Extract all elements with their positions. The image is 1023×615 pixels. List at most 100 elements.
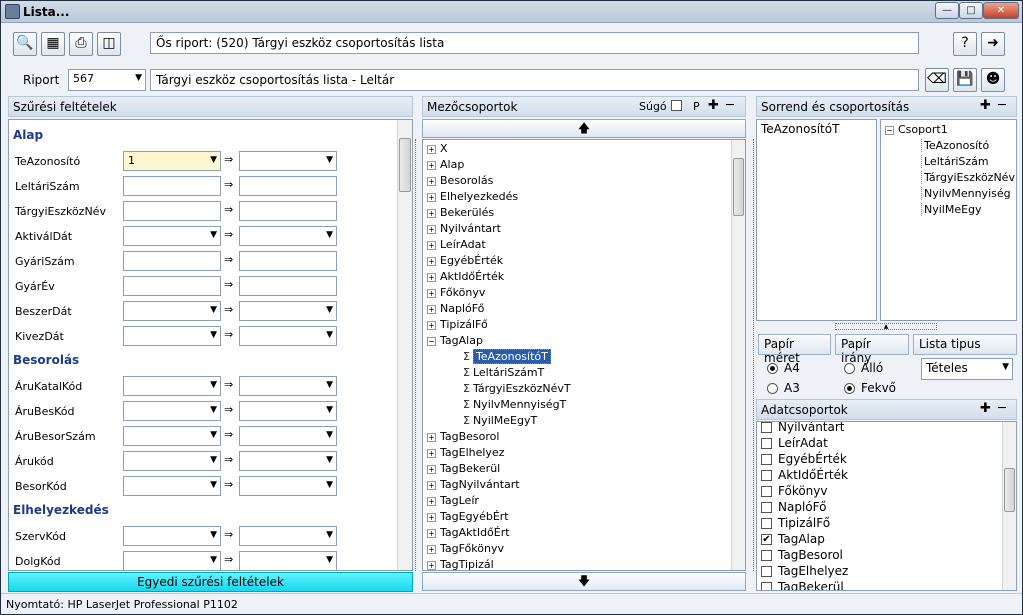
datagroup-item[interactable]: TagElhelyez <box>761 564 848 578</box>
filter-to-input[interactable]: ▼ <box>239 151 337 171</box>
report-name-field[interactable]: Tárgyi eszköz csoportosítás lista - Lelt… <box>150 69 919 91</box>
filter-to-input[interactable]: ▼ <box>239 376 337 396</box>
filter-from-input[interactable]: ▼ <box>123 326 221 346</box>
sorting-minus-icon[interactable]: ─ <box>998 98 1006 113</box>
tree-node[interactable]: + Alap <box>427 158 464 171</box>
checkbox-icon[interactable] <box>761 422 772 433</box>
group-item[interactable]: TeAzonosító <box>921 139 989 152</box>
exit-icon[interactable]: ➜ <box>981 32 1005 56</box>
filter-from-input[interactable]: 1 ▼ <box>123 151 221 171</box>
filter-from-input[interactable]: ▼ <box>123 526 221 546</box>
tree-scrollbar[interactable] <box>731 140 745 570</box>
right-splitter[interactable] <box>748 139 754 571</box>
horizontal-splitter[interactable]: ▲ <box>835 323 937 330</box>
preview-icon[interactable]: 🔍 <box>13 32 37 56</box>
minus-icon[interactable]: ─ <box>726 98 734 113</box>
filter-from-input[interactable]: ▼ <box>123 376 221 396</box>
close-button[interactable]: ✕ <box>983 2 1019 19</box>
tree-node[interactable]: + AktIdőÉrték <box>427 270 504 283</box>
checkbox-icon[interactable] <box>761 518 772 529</box>
tree-leaf[interactable]: Σ LeltáriSzámT <box>463 366 544 379</box>
checkbox-icon[interactable] <box>761 566 772 577</box>
checkbox-icon[interactable] <box>761 438 772 449</box>
filter-to-input[interactable]: ▼ <box>239 326 337 346</box>
help-icon[interactable]: ? <box>953 32 977 56</box>
tree-node[interactable]: + Nyilvántart <box>427 222 501 235</box>
datagroup-item[interactable]: Főkönyv <box>761 484 828 498</box>
checkbox-icon[interactable] <box>761 582 772 590</box>
tree-node[interactable]: + TagLeír <box>427 494 479 507</box>
filter-to-input[interactable] <box>239 201 337 221</box>
expand-toggle-icon[interactable]: + <box>427 528 436 538</box>
order-item[interactable]: TeAzonosítóT <box>761 122 839 136</box>
filter-to-input[interactable] <box>239 176 337 196</box>
plus-icon[interactable]: ✚ <box>708 98 719 113</box>
scrollbar-thumb[interactable] <box>399 138 411 192</box>
tree-node[interactable]: + TagBesorol <box>427 430 499 443</box>
expand-toggle-icon[interactable]: + <box>427 272 436 282</box>
tree-node[interactable]: + TagNyilvántart <box>427 478 520 491</box>
tree-node[interactable]: + TagTipizál <box>427 558 494 570</box>
filter-to-input[interactable]: ▼ <box>239 401 337 421</box>
scrollbar-thumb[interactable] <box>733 158 744 216</box>
filter-from-input[interactable]: ▼ <box>123 301 221 321</box>
size-a4-radio[interactable]: A4 <box>767 361 800 375</box>
expand-toggle-icon[interactable]: + <box>427 256 436 266</box>
filter-to-input[interactable] <box>239 251 337 271</box>
datagroup-item[interactable]: Nyilvántart <box>761 422 845 434</box>
filter-to-input[interactable]: ▼ <box>239 551 337 570</box>
tree-leaf[interactable]: Σ TárgyiEszközNévT <box>463 382 571 395</box>
tree-node[interactable]: − TagAlap <box>427 334 483 347</box>
eraser-icon[interactable]: ⌫ <box>925 68 949 92</box>
export-excel-icon[interactable]: ◫ <box>97 32 121 56</box>
filter-from-input[interactable]: ▼ <box>123 451 221 471</box>
datagroups-scrollbar[interactable] <box>1002 422 1016 590</box>
datagroups-minus-icon[interactable]: ─ <box>998 401 1006 416</box>
scrollbar-thumb[interactable] <box>1004 468 1015 512</box>
save-icon[interactable]: 💾 <box>953 68 977 92</box>
filter-from-input[interactable]: ▼ <box>123 476 221 496</box>
filter-to-input[interactable]: ▼ <box>239 476 337 496</box>
dir-landscape-radio[interactable]: Fekvő <box>844 381 896 395</box>
tree-node[interactable]: + LeírAdat <box>427 238 486 251</box>
datagroup-item[interactable]: EgyébÉrték <box>761 452 847 466</box>
expand-toggle-icon[interactable]: + <box>427 320 436 330</box>
report-settings-icon[interactable]: ▦ <box>41 32 65 56</box>
expand-toggle-icon[interactable]: − <box>427 336 436 346</box>
expand-toggle-icon[interactable]: + <box>427 480 436 490</box>
tree-leaf[interactable]: Σ NyilMeEgyT <box>463 414 537 427</box>
scroll-down-button[interactable]: 🡇 <box>422 572 746 591</box>
datagroup-item[interactable]: ✔ TagAlap <box>761 532 825 546</box>
tree-node[interactable]: + EgyébÉrték <box>427 254 503 267</box>
group-item[interactable]: NyilvMennyiség <box>921 187 1011 200</box>
group-item[interactable]: TárgyiEszközNév <box>921 171 1015 184</box>
filter-from-input[interactable] <box>123 176 221 196</box>
filter-from-input[interactable] <box>123 276 221 296</box>
filter-from-input[interactable]: ▼ <box>123 551 221 570</box>
list-type-select[interactable]: Tételes ▼ <box>921 358 1013 380</box>
expand-toggle-icon[interactable]: + <box>427 192 436 202</box>
datagroup-item[interactable]: AktIdőÉrték <box>761 468 848 482</box>
checkbox-icon[interactable]: ✔ <box>761 534 772 545</box>
help-checkbox[interactable] <box>671 100 682 111</box>
tree-node[interactable]: + TagAktIdőÉrt <box>427 526 510 539</box>
maximize-button[interactable]: □ <box>959 2 983 19</box>
expand-toggle-icon[interactable]: + <box>427 544 436 554</box>
tree-node[interactable]: + NaplóFő <box>427 302 484 315</box>
filter-to-input[interactable]: ▼ <box>239 526 337 546</box>
tree-node[interactable]: + TagFőkönyv <box>427 542 504 555</box>
scroll-up-button[interactable]: 🡅 <box>422 119 746 138</box>
datagroup-item[interactable]: TagBesorol <box>761 548 843 562</box>
expand-toggle-icon[interactable]: + <box>427 144 436 154</box>
filter-from-input[interactable]: ▼ <box>123 426 221 446</box>
tree-node[interactable]: + TagBekerül <box>427 462 500 475</box>
datagroup-item[interactable]: TagBekerül <box>761 580 844 590</box>
datagroup-item[interactable]: NaplóFő <box>761 500 826 514</box>
tree-node[interactable]: + Elhelyezkedés <box>427 190 518 203</box>
filter-to-input[interactable]: ▼ <box>239 226 337 246</box>
datagroup-item[interactable]: TipizálFő <box>761 516 830 530</box>
tree-node[interactable]: + TagEgyébÉrt <box>427 510 509 523</box>
filter-to-input[interactable] <box>239 276 337 296</box>
expand-toggle-icon[interactable]: + <box>427 432 436 442</box>
checkbox-icon[interactable] <box>761 470 772 481</box>
